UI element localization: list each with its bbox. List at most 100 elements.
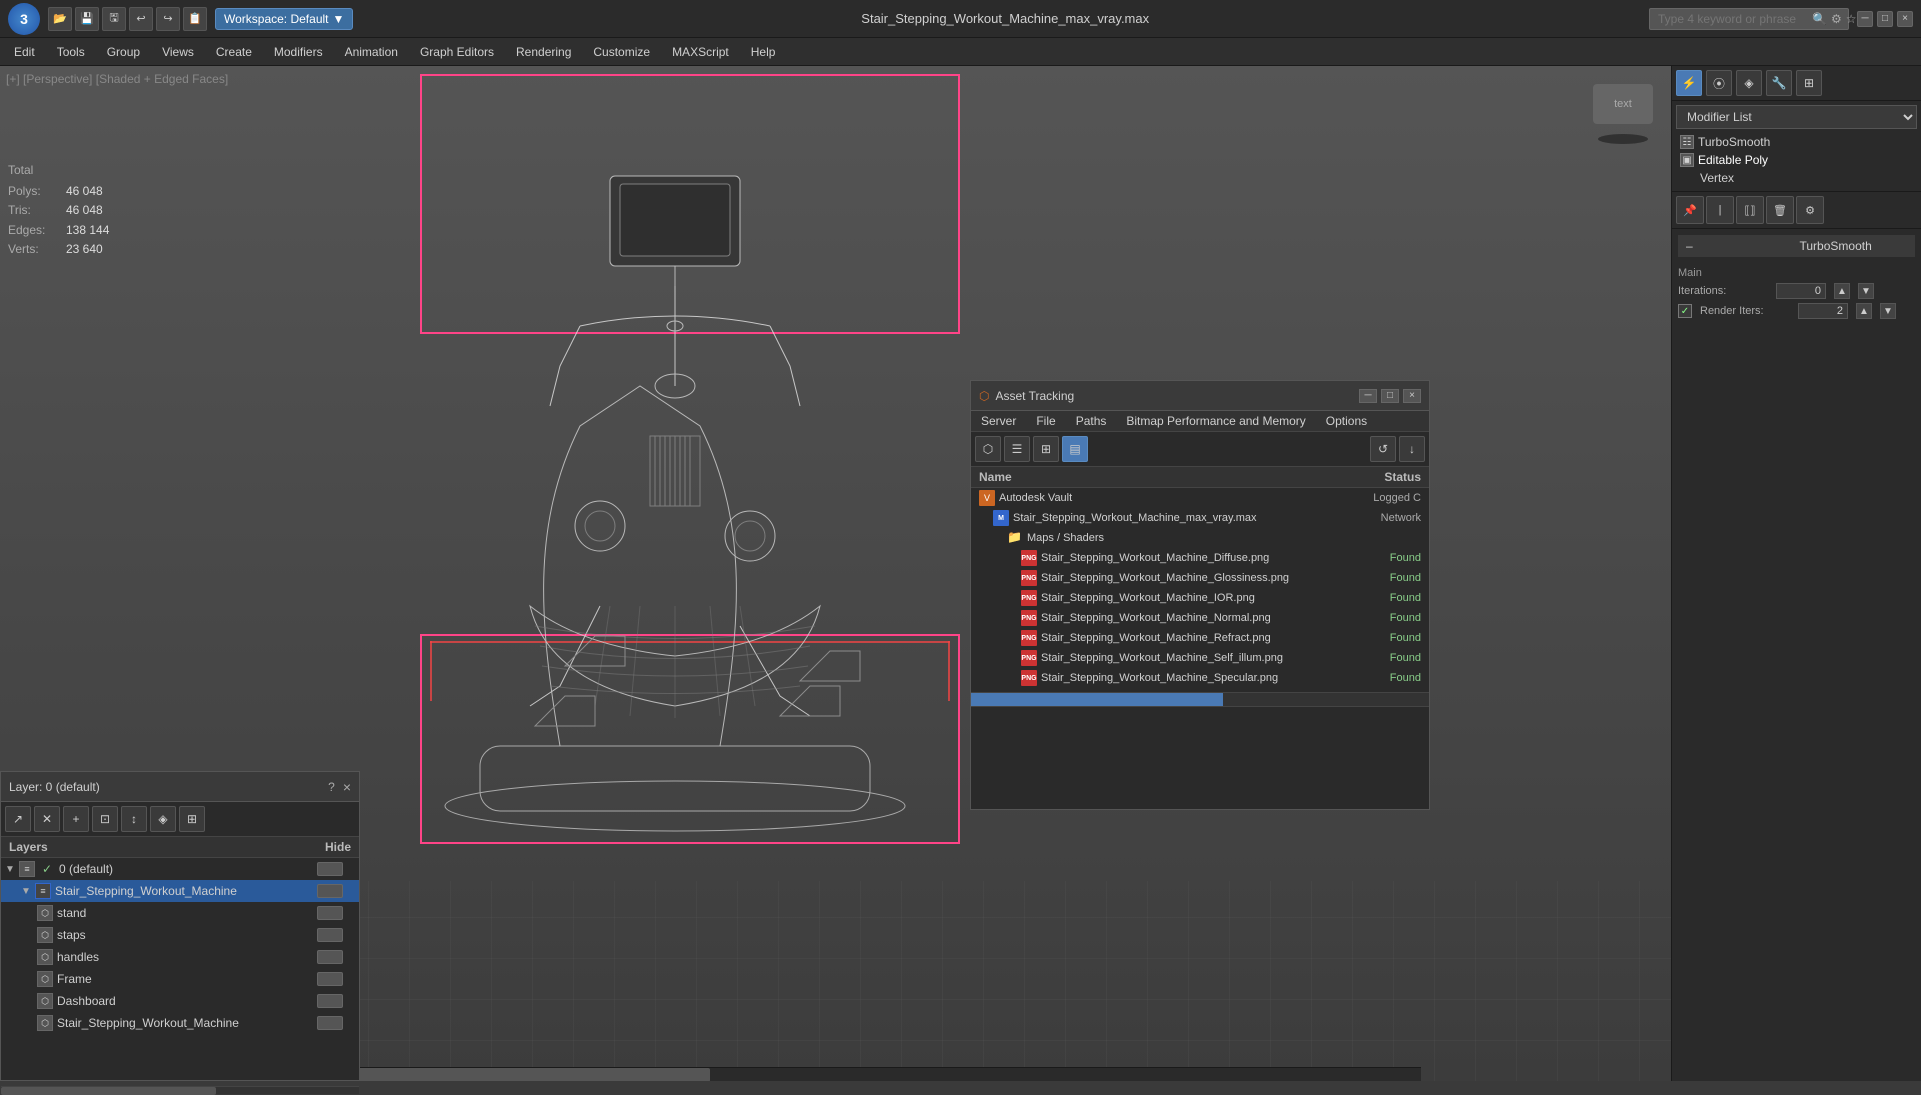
layer-settings-btn[interactable]: ◈	[150, 806, 176, 832]
editable-poly-checkbox[interactable]: ▣	[1680, 153, 1694, 167]
search-input[interactable]	[1658, 12, 1808, 26]
search-icon[interactable]: 🔍	[1812, 12, 1827, 26]
layer-extra-btn[interactable]: ⊞	[179, 806, 205, 832]
editable-poly-modifier-item[interactable]: ▣ Editable Poly	[1676, 151, 1917, 169]
menu-help[interactable]: Help	[741, 41, 786, 63]
nav-cube[interactable]: text	[1583, 74, 1663, 154]
menu-graph-editors[interactable]: Graph Editors	[410, 41, 504, 63]
machine-hide-btn[interactable]	[317, 1016, 343, 1030]
settings-icon[interactable]: ⚙	[1831, 12, 1842, 26]
asset-item-maps-folder[interactable]: 📁 Maps / Shaders	[971, 528, 1429, 548]
iterations-value[interactable]: 0	[1776, 283, 1826, 299]
undo-btn[interactable]: ↩	[129, 7, 153, 31]
menu-animation[interactable]: Animation	[335, 41, 408, 63]
menu-rendering[interactable]: Rendering	[506, 41, 581, 63]
menu-views[interactable]: Views	[152, 41, 204, 63]
layer-item-frame[interactable]: ⬡ Frame	[1, 968, 359, 990]
new-layer-btn[interactable]: ↗	[5, 806, 31, 832]
menu-customize[interactable]: Customize	[583, 41, 660, 63]
render-iters-value[interactable]: 2	[1798, 303, 1848, 319]
turbosmooth-checkbox[interactable]: ☷	[1680, 135, 1694, 149]
asset-item-glossiness[interactable]: PNG Stair_Stepping_Workout_Machine_Gloss…	[971, 568, 1429, 588]
workspace-selector[interactable]: Workspace: Default ▼	[215, 8, 353, 30]
asset-item-ior[interactable]: PNG Stair_Stepping_Workout_Machine_IOR.p…	[971, 588, 1429, 608]
asset-item-self-illum[interactable]: PNG Stair_Stepping_Workout_Machine_Self_…	[971, 648, 1429, 668]
stand-hide-btn[interactable]	[317, 906, 343, 920]
asset-item-specular[interactable]: PNG Stair_Stepping_Workout_Machine_Specu…	[971, 668, 1429, 688]
asset-menu-server[interactable]: Server	[971, 411, 1026, 431]
move-to-layer-btn[interactable]: ↕	[121, 806, 147, 832]
render-iters-down-btn[interactable]: ▼	[1880, 303, 1896, 319]
asset-item-refract[interactable]: PNG Stair_Stepping_Workout_Machine_Refra…	[971, 628, 1429, 648]
asset-item-diffuse[interactable]: PNG Stair_Stepping_Workout_Machine_Diffu…	[971, 548, 1429, 568]
menu-tools[interactable]: Tools	[47, 41, 95, 63]
menu-modifiers[interactable]: Modifiers	[264, 41, 333, 63]
layers-close-btn[interactable]: ×	[343, 779, 351, 795]
layers-scrollbar[interactable]	[1, 1086, 359, 1094]
stair-hide-btn[interactable]	[317, 884, 343, 898]
turbosmooth-modifier-item[interactable]: ☷ TurboSmooth	[1676, 133, 1917, 151]
viewport-perspective-btn[interactable]: [Perspective]	[23, 72, 92, 86]
panel-motion-btn[interactable]: ⦿	[1706, 70, 1732, 96]
panel-hierarchy-btn[interactable]: ⚡	[1676, 70, 1702, 96]
configure-btn[interactable]: ⚙	[1796, 196, 1824, 224]
asset-close-btn[interactable]: ×	[1403, 389, 1421, 403]
save-as-btn[interactable]: 🖫	[102, 7, 126, 31]
maximize-btn[interactable]: □	[1877, 11, 1893, 27]
iterations-down-btn[interactable]: ▼	[1858, 283, 1874, 299]
asset-menu-options[interactable]: Options	[1316, 411, 1377, 431]
show-result-btn[interactable]: |	[1706, 196, 1734, 224]
render-iters-up-btn[interactable]: ▲	[1856, 303, 1872, 319]
select-objects-btn[interactable]: ⊡	[92, 806, 118, 832]
panel-utilities-btn[interactable]: 🔧	[1766, 70, 1792, 96]
asset-menu-bitmap[interactable]: Bitmap Performance and Memory	[1116, 411, 1315, 431]
layer-item-dashboard[interactable]: ⬡ Dashboard	[1, 990, 359, 1012]
layer-expand-icon[interactable]: ▼	[5, 864, 19, 875]
menu-group[interactable]: Group	[97, 41, 150, 63]
asset-item-max-file[interactable]: M Stair_Stepping_Workout_Machine_max_vra…	[971, 508, 1429, 528]
asset-refresh-btn[interactable]: ↺	[1370, 436, 1396, 462]
asset-menu-file[interactable]: File	[1026, 411, 1065, 431]
asset-grid-btn[interactable]: ⊞	[1033, 436, 1059, 462]
iterations-up-btn[interactable]: ▲	[1834, 283, 1850, 299]
asset-item-vault[interactable]: V Autodesk Vault Logged C	[971, 488, 1429, 508]
layer-0-hide-btn[interactable]	[317, 862, 343, 876]
dashboard-hide-btn[interactable]	[317, 994, 343, 1008]
staps-hide-btn[interactable]	[317, 928, 343, 942]
make-unique-btn[interactable]: ⟦⟧	[1736, 196, 1764, 224]
panel-display-btn[interactable]: ◈	[1736, 70, 1762, 96]
vertex-sub-item[interactable]: Vertex	[1676, 169, 1917, 187]
render-iters-checkbox[interactable]: ✓	[1678, 304, 1692, 318]
menu-edit[interactable]: Edit	[4, 41, 45, 63]
asset-minimize-btn[interactable]: ─	[1359, 389, 1377, 403]
bookmark-icon[interactable]: ☆	[1846, 12, 1857, 26]
close-btn[interactable]: ×	[1897, 11, 1913, 27]
add-to-layer-btn[interactable]: +	[63, 806, 89, 832]
viewport-shading-btn[interactable]: [Shaded + Edged Faces]	[96, 72, 228, 86]
layers-help-btn[interactable]: ?	[328, 780, 335, 794]
minimize-btn[interactable]: ─	[1857, 11, 1873, 27]
layer-item-stair-stepping[interactable]: ▼ ≡ Stair_Stepping_Workout_Machine	[1, 880, 359, 902]
layer-item-staps[interactable]: ⬡ staps	[1, 924, 359, 946]
open-file-btn[interactable]: 📂	[48, 7, 72, 31]
layer-item-stand[interactable]: ⬡ stand	[1, 902, 359, 924]
panel-extra-btn[interactable]: ⊞	[1796, 70, 1822, 96]
turbosmooth-title[interactable]: – TurboSmooth	[1678, 235, 1915, 257]
menu-create[interactable]: Create	[206, 41, 262, 63]
modifier-list-dropdown[interactable]: Modifier List	[1676, 105, 1917, 129]
remove-modifier-btn[interactable]: 🗑	[1766, 196, 1794, 224]
pin-stack-btn[interactable]: 📌	[1676, 196, 1704, 224]
redo-btn[interactable]: ↪	[156, 7, 180, 31]
layer-item-machine[interactable]: ⬡ Stair_Stepping_Workout_Machine	[1, 1012, 359, 1034]
asset-table-btn[interactable]: ▤	[1062, 436, 1088, 462]
asset-list-btn[interactable]: ☰	[1004, 436, 1030, 462]
frame-hide-btn[interactable]	[317, 972, 343, 986]
asset-vault-btn[interactable]: ⬡	[975, 436, 1001, 462]
layers-scrollbar-thumb[interactable]	[1, 1087, 216, 1095]
stair-expand-icon[interactable]: ▼	[21, 886, 35, 897]
save-file-btn[interactable]: 💾	[75, 7, 99, 31]
asset-menu-paths[interactable]: Paths	[1066, 411, 1117, 431]
delete-layer-btn[interactable]: ✕	[34, 806, 60, 832]
viewport-plus-btn[interactable]: [+]	[6, 72, 20, 86]
layer-item-handles[interactable]: ⬡ handles	[1, 946, 359, 968]
